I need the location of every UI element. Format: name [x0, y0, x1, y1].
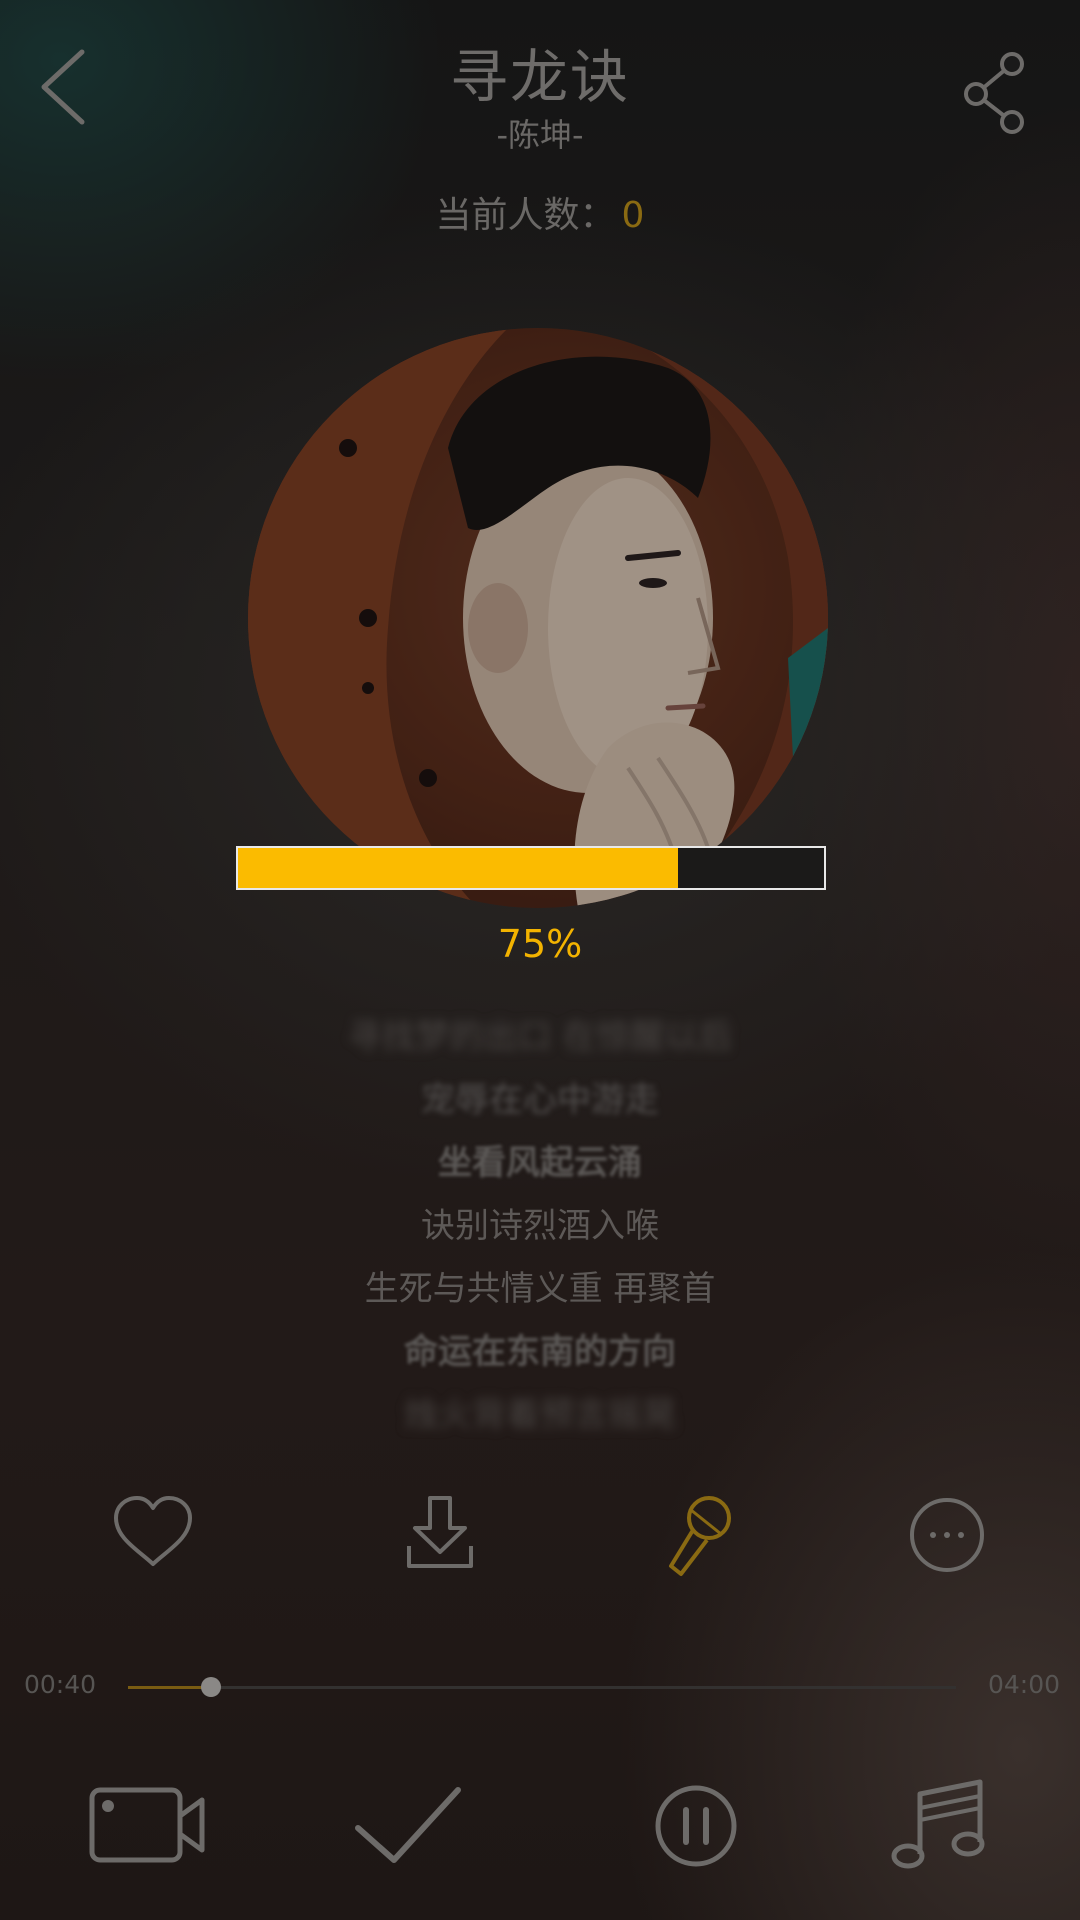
download-progress-label: 75%: [497, 922, 583, 966]
share-icon: [964, 52, 1024, 134]
seek-bar-played: [128, 1686, 211, 1689]
like-button[interactable]: [108, 1490, 198, 1580]
more-button[interactable]: [902, 1490, 992, 1580]
lyrics-panel[interactable]: 寻找梦的出口 在惊醒以后 宠辱在心中游走 坐看风起云涌 诀别诗烈酒入喉 生死与共…: [0, 1006, 1080, 1447]
current-time: 00:40: [24, 1670, 97, 1699]
artist-name: -陈坤-: [496, 116, 584, 154]
download-progress-bar: [236, 846, 826, 890]
music-note-icon: [891, 1779, 985, 1869]
confirm-button[interactable]: [350, 1776, 470, 1876]
check-icon: [355, 1787, 461, 1863]
seek-bar[interactable]: [128, 1677, 956, 1697]
video-button[interactable]: [88, 1776, 208, 1876]
heart-icon: [114, 1496, 192, 1566]
video-camera-icon: [89, 1787, 205, 1863]
listener-count-value: 0: [621, 195, 645, 236]
song-list-button[interactable]: [880, 1776, 1000, 1876]
download-button[interactable]: [395, 1490, 485, 1580]
more-icon: [910, 1498, 984, 1572]
song-title: 寻龙诀: [449, 43, 630, 111]
download-icon: [407, 1496, 473, 1568]
seek-bar-handle[interactable]: [200, 1677, 221, 1697]
lyric-line: 寻找梦的出口 在惊醒以后: [347, 1017, 733, 1057]
lyric-line: 烛火背着预言摇晃: [404, 1395, 676, 1435]
lyric-line: 宠辱在心中游走: [421, 1080, 659, 1120]
share-button[interactable]: [962, 48, 1032, 140]
download-progress-fill: [238, 848, 678, 888]
pause-icon: [655, 1785, 737, 1867]
listener-count: 当前人数： 0: [0, 186, 1080, 238]
album-cover: [248, 328, 828, 908]
microphone-icon: [669, 1496, 731, 1576]
lyric-line: 坐看风起云涌: [438, 1143, 642, 1183]
karaoke-button[interactable]: [655, 1490, 745, 1580]
pause-button[interactable]: [636, 1776, 756, 1876]
lyric-line: 生死与共情义重 再聚首: [364, 1269, 716, 1309]
total-time: 04:00: [988, 1670, 1061, 1699]
listener-count-label: 当前人数：: [435, 195, 616, 236]
album-cover-artwork: [248, 328, 828, 908]
lyric-line: 命运在东南的方向: [404, 1332, 676, 1372]
lyric-line-current: 诀别诗烈酒入喉: [421, 1206, 659, 1246]
